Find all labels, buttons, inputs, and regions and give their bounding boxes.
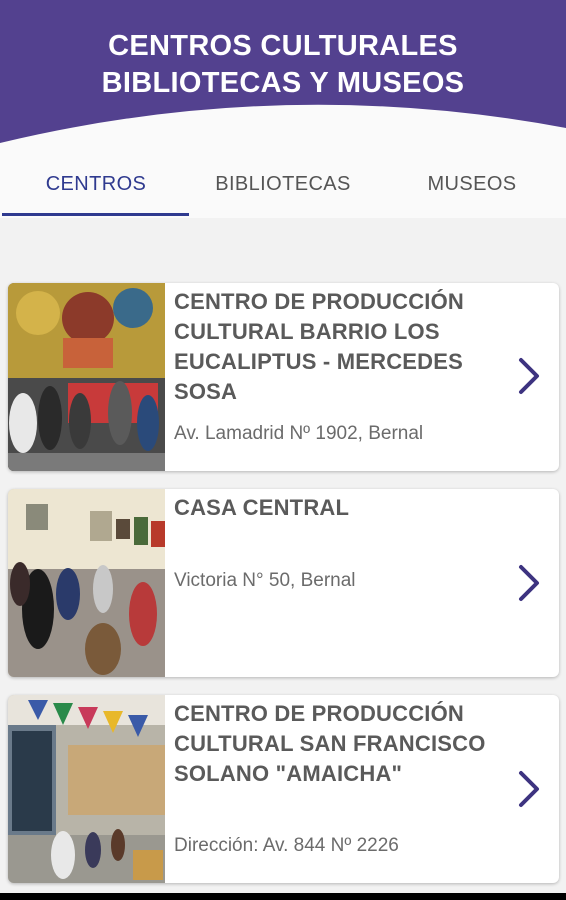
center-name: CENTRO DE PRODUCCIÓN CULTURAL SAN FRANCI… [174, 701, 486, 786]
page-title: CENTROS CULTURALES BIBLIOTECAS Y MUSEOS [0, 28, 566, 102]
list-item[interactable]: CENTRO DE PRODUCCIÓN CULTURAL BARRIO LOS… [8, 283, 559, 471]
center-name: CASA CENTRAL [174, 495, 350, 520]
system-bottom-bar [0, 893, 566, 900]
tab-museos[interactable]: MUSEOS [378, 150, 566, 218]
chevron-right-icon[interactable] [517, 356, 541, 396]
title-line-2: BIBLIOTECAS Y MUSEOS [101, 67, 465, 99]
center-address: Av. Lamadrid Nº 1902, Bernal [174, 423, 424, 444]
list-item[interactable]: CASA CENTRAL Victoria N° 50, Bernal [8, 489, 559, 677]
center-address: Dirección: Av. 844 Nº 2226 [174, 835, 399, 856]
tab-centros[interactable]: CENTROS [2, 150, 190, 218]
tab-bar: CENTROS BIBLIOTECAS MUSEOS [0, 150, 566, 218]
list-item[interactable]: CENTRO DE PRODUCCIÓN CULTURAL SAN FRANCI… [8, 695, 559, 883]
chevron-right-icon[interactable] [517, 563, 541, 603]
center-photo-1 [8, 283, 165, 471]
center-name: CENTRO DE PRODUCCIÓN CULTURAL BARRIO LOS… [174, 289, 465, 404]
center-address: Victoria N° 50, Bernal [174, 570, 356, 591]
active-tab-indicator [2, 213, 189, 216]
title-line-1: CENTROS CULTURALES [108, 30, 458, 62]
center-photo-3 [8, 695, 165, 883]
tab-bibliotecas[interactable]: BIBLIOTECAS [189, 150, 377, 218]
center-photo-2 [8, 489, 165, 677]
app-header: CENTROS CULTURALES BIBLIOTECAS Y MUSEOS [0, 0, 566, 150]
chevron-right-icon[interactable] [517, 769, 541, 809]
centers-list: CENTRO DE PRODUCCIÓN CULTURAL BARRIO LOS… [0, 218, 566, 900]
